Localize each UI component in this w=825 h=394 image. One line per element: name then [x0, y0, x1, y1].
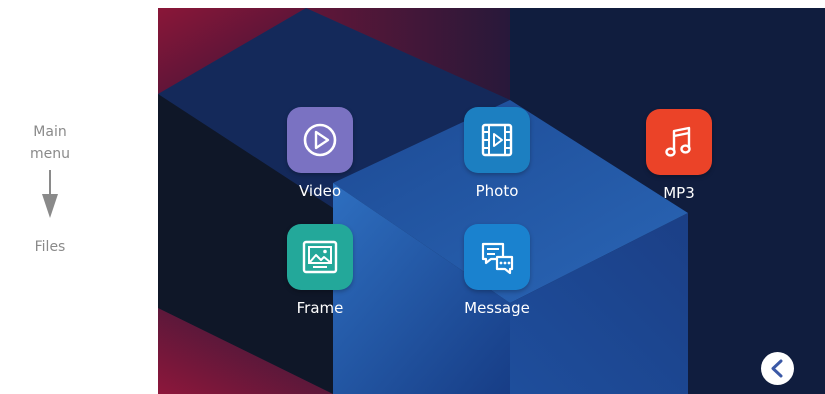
down-arrow-icon [42, 170, 58, 218]
video-app[interactable]: Video [265, 107, 375, 200]
play-circle-icon [303, 123, 337, 157]
message-app[interactable]: Message [442, 224, 552, 317]
mp3-label: MP3 [663, 184, 695, 202]
video-label: Video [298, 182, 342, 200]
annotation-files-label: Files [34, 239, 66, 255]
picture-frame-icon [302, 240, 338, 274]
photo-app[interactable]: Photo [442, 107, 552, 200]
mp3-app[interactable]: MP3 [624, 109, 734, 202]
frame-label: Frame [296, 299, 344, 317]
chat-bubbles-icon [481, 242, 514, 275]
frame-tile[interactable] [287, 224, 353, 290]
photo-label: Photo [475, 182, 519, 200]
video-tile[interactable] [287, 107, 353, 173]
device-screen: Video Photo MP3 Frame Message [158, 8, 825, 394]
back-button[interactable] [761, 352, 794, 385]
annotation-main-menu-label: Main menu [30, 124, 70, 162]
flow-annotation: Main menu Files [0, 0, 158, 394]
photo-tile[interactable] [464, 107, 530, 173]
film-strip-icon [481, 123, 513, 157]
music-note-icon [665, 126, 691, 157]
mp3-tile[interactable] [646, 109, 712, 175]
frame-app[interactable]: Frame [265, 224, 375, 317]
chevron-left-icon [771, 359, 783, 378]
message-tile[interactable] [464, 224, 530, 290]
message-label: Message [464, 299, 530, 317]
